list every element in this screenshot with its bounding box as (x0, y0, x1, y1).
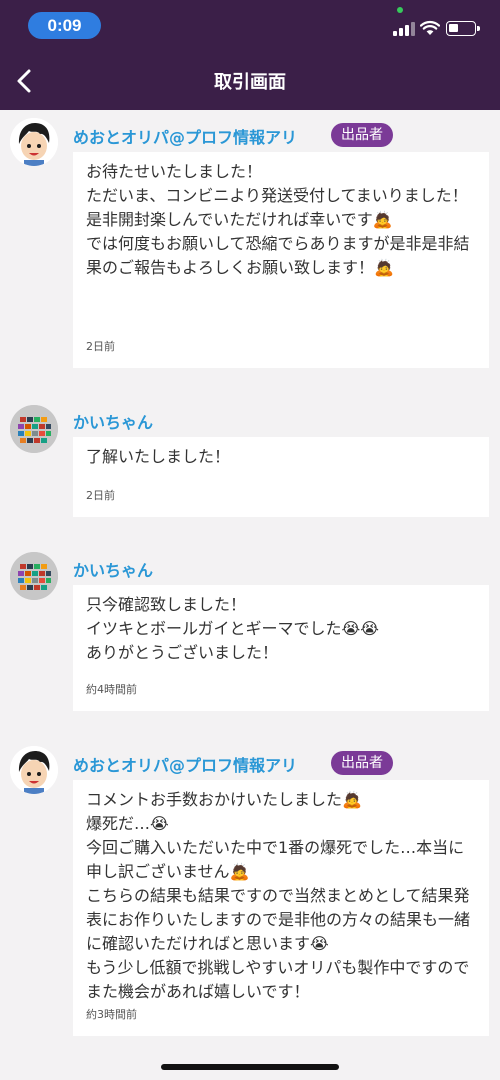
message-bubble: 了解いたしました！ 2日前 (73, 437, 489, 517)
message-item: めおとオリパ@プロフ情報アリ 出品者 コメントお手数おかけいたしました🙇 爆死だ… (0, 746, 500, 1036)
avatar[interactable] (10, 405, 58, 453)
message-item: めおとオリパ@プロフ情報アリ 出品者 お待たせいたしました！ ただいま、コンビニ… (0, 118, 500, 374)
message-bubble: お待たせいたしました！ ただいま、コンビニより発送受付してまいりました！ 是非開… (73, 152, 489, 368)
avatar[interactable] (10, 118, 58, 166)
status-time: 0:09 (28, 12, 101, 39)
message-text: 只今確認致しました！ イツキとボールガイとギーマでした😭😭 ありがとうございまし… (86, 595, 379, 662)
message-item: かいちゃん 了解いたしました！ 2日前 (0, 403, 500, 521)
message-item: かいちゃん 只今確認致しました！ イツキとボールガイとギーマでした😭😭 ありがと… (0, 551, 500, 711)
avatar[interactable] (10, 552, 58, 600)
message-text: 了解いたしました！ (86, 447, 231, 466)
message-bubble: 只今確認致しました！ イツキとボールガイとギーマでした😭😭 ありがとうございまし… (73, 585, 489, 711)
seller-badge: 出品者 (331, 123, 393, 147)
message-text: コメントお手数おかけいたしました🙇 爆死だ…😭 今回ご購入いただいた中で1番の爆… (86, 790, 471, 1001)
sender-name[interactable]: めおとオリパ@プロフ情報アリ (73, 752, 297, 776)
message-timestamp: 約3時間前 (86, 1008, 137, 1021)
nav-bar: 取引画面 (0, 52, 500, 110)
message-timestamp: 約4時間前 (86, 683, 137, 696)
message-text: お待たせいたしました！ ただいま、コンビニより発送受付してまいりました！ 是非開… (86, 162, 470, 277)
sender-name[interactable]: めおとオリパ@プロフ情報アリ (73, 124, 297, 148)
home-indicator[interactable] (161, 1064, 339, 1070)
battery-icon (446, 21, 480, 36)
sender-name[interactable]: かいちゃん (73, 557, 153, 581)
sender-name[interactable]: かいちゃん (73, 409, 153, 433)
message-timestamp: 2日前 (86, 489, 115, 502)
cellular-signal-icon (393, 22, 417, 36)
message-timestamp: 2日前 (86, 340, 115, 353)
page-title: 取引画面 (214, 72, 286, 93)
seller-badge: 出品者 (331, 751, 393, 775)
wifi-icon (420, 20, 440, 35)
avatar[interactable] (10, 746, 58, 794)
message-bubble: コメントお手数おかけいたしました🙇 爆死だ…😭 今回ご購入いただいた中で1番の爆… (73, 780, 489, 1036)
privacy-indicator (397, 7, 403, 13)
status-bar: 0:09 (0, 0, 500, 52)
